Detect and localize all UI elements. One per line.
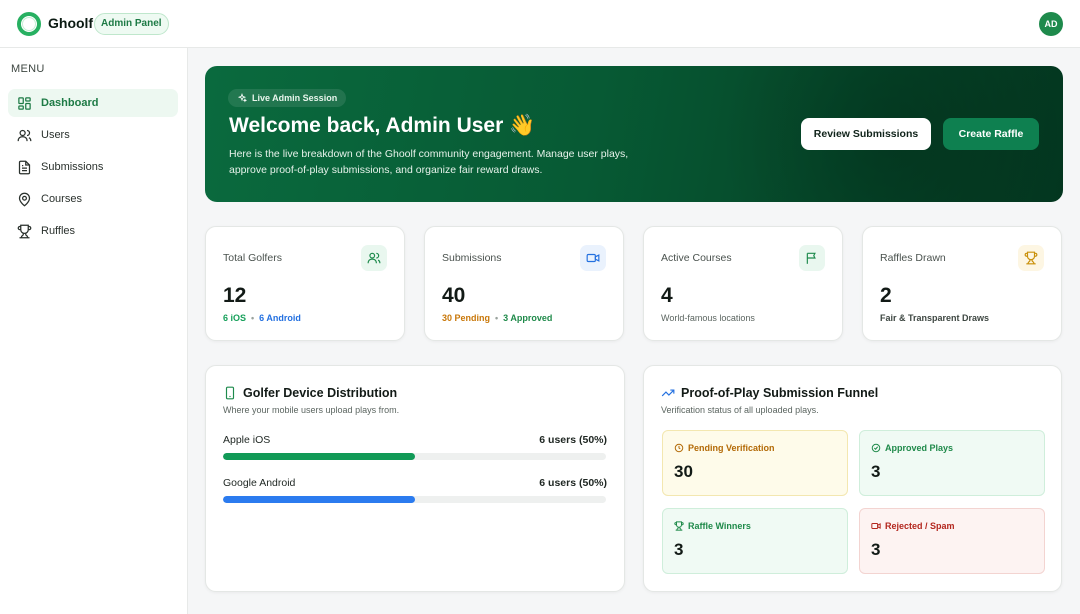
admin-panel-badge: Admin Panel	[94, 13, 169, 35]
android-count: 6 Android	[259, 313, 301, 323]
ios-progress-fill	[223, 453, 415, 460]
check-circle-icon	[871, 443, 881, 453]
funnel-pending: Pending Verification 30	[662, 430, 848, 496]
android-progress-bar	[223, 496, 606, 503]
sidebar-item-courses[interactable]: Courses	[8, 185, 178, 213]
sidebar-item-ruffles[interactable]: Ruffles	[8, 217, 178, 245]
stat-label: Raffles Drawn	[880, 252, 946, 264]
device-label-ios: Apple iOS	[223, 434, 271, 446]
stat-card-submissions: Submissions 40 30 Pending • 3 Approved	[424, 226, 624, 341]
funnel-value: 30	[674, 462, 693, 481]
trophy-icon	[674, 521, 684, 531]
users-icon	[17, 129, 32, 141]
video-off-icon	[871, 523, 881, 529]
approved-count: 3 Approved	[503, 313, 553, 323]
clock-icon	[674, 443, 684, 453]
funnel-label: Raffle Winners	[688, 521, 751, 531]
funnel-value: 3	[871, 540, 881, 559]
map-pin-icon	[18, 192, 31, 207]
sidebar-item-label: Submissions	[41, 161, 104, 173]
funnel-approved: Approved Plays 3	[859, 430, 1045, 496]
welcome-title: Welcome back, Admin User 👋	[229, 114, 536, 137]
sidebar-item-dashboard[interactable]: Dashboard	[8, 89, 178, 117]
trending-up-icon	[661, 389, 675, 397]
smartphone-icon	[225, 386, 235, 400]
brand-name[interactable]: Ghoolf	[48, 15, 93, 31]
device-label-android: Google Android	[223, 477, 296, 489]
stat-card-raffles: Raffles Drawn 2 Fair & Transparent Draws	[862, 226, 1062, 341]
sparkle-icon	[237, 93, 247, 103]
sidebar-item-submissions[interactable]: Submissions	[8, 153, 178, 181]
panel-subtitle: Where your mobile users upload plays fro…	[223, 405, 400, 415]
grid-icon	[18, 96, 31, 110]
ios-progress-bar	[223, 453, 606, 460]
android-progress-fill	[223, 496, 415, 503]
document-icon	[18, 160, 31, 174]
logo-icon[interactable]	[17, 12, 41, 36]
stat-breakdown: 6 iOS • 6 Android	[223, 313, 301, 323]
stat-value: 2	[880, 284, 892, 307]
top-bar: Ghoolf Admin Panel AD	[0, 0, 1080, 48]
trophy-icon	[17, 224, 32, 238]
stat-caption: World-famous locations	[661, 313, 755, 323]
stat-card-golfers: Total Golfers 12 6 iOS • 6 Android	[205, 226, 405, 341]
device-value-ios: 6 users (50%)	[539, 434, 607, 446]
video-icon	[580, 245, 606, 271]
panel-title: Proof-of-Play Submission Funnel	[661, 386, 878, 400]
device-panel-title: Golfer Device Distribution	[243, 386, 398, 400]
flag-icon	[799, 245, 825, 271]
stat-caption: Fair & Transparent Draws	[880, 313, 990, 323]
create-raffle-button[interactable]: Create Raffle	[943, 118, 1039, 150]
menu-label: MENU	[11, 63, 45, 75]
sidebar: MENU Dashboard Users Submissions Courses…	[0, 48, 188, 614]
avatar[interactable]: AD	[1039, 12, 1063, 36]
ios-count: 6 iOS	[223, 313, 247, 323]
welcome-banner: Live Admin Session Welcome back, Admin U…	[205, 66, 1063, 202]
stat-breakdown: 30 Pending • 3 Approved	[442, 313, 553, 323]
funnel-value: 3	[871, 462, 881, 481]
trophy-icon	[1018, 245, 1044, 271]
sidebar-item-label: Courses	[41, 193, 82, 205]
stat-label: Total Golfers	[223, 252, 282, 264]
welcome-description: Here is the live breakdown of the Ghoolf…	[229, 148, 629, 176]
review-submissions-button[interactable]: Review Submissions	[801, 118, 931, 150]
funnel-label: Rejected / Spam	[885, 521, 955, 531]
funnel-winners: Raffle Winners 3	[662, 508, 848, 574]
stat-value: 40	[442, 284, 466, 307]
sidebar-item-label: Users	[41, 129, 70, 141]
stat-card-courses: Active Courses 4 World-famous locations	[643, 226, 843, 341]
funnel-panel-title: Proof-of-Play Submission Funnel	[681, 386, 879, 400]
live-session-badge: Live Admin Session	[228, 89, 347, 107]
stat-value: 12	[223, 284, 247, 307]
stat-label: Active Courses	[661, 252, 732, 264]
sidebar-item-label: Ruffles	[41, 225, 76, 237]
funnel-value: 3	[674, 540, 684, 559]
sidebar-item-users[interactable]: Users	[8, 121, 178, 149]
panel-subtitle: Verification status of all uploaded play…	[661, 405, 819, 415]
users-icon	[361, 245, 387, 271]
submission-funnel-panel: Proof-of-Play Submission Funnel Verifica…	[643, 365, 1062, 592]
funnel-label: Pending Verification	[688, 443, 775, 453]
stat-label: Submissions	[442, 252, 502, 264]
stat-value: 4	[661, 284, 673, 307]
funnel-rejected: Rejected / Spam 3	[859, 508, 1045, 574]
funnel-label: Approved Plays	[885, 443, 954, 453]
pending-count: 30 Pending	[442, 313, 491, 323]
panel-title: Golfer Device Distribution	[223, 386, 397, 400]
sidebar-item-label: Dashboard	[41, 97, 99, 109]
device-distribution-panel: Golfer Device Distribution Where your mo…	[205, 365, 625, 592]
live-session-label: Live Admin Session	[252, 93, 338, 103]
device-value-android: 6 users (50%)	[539, 477, 607, 489]
